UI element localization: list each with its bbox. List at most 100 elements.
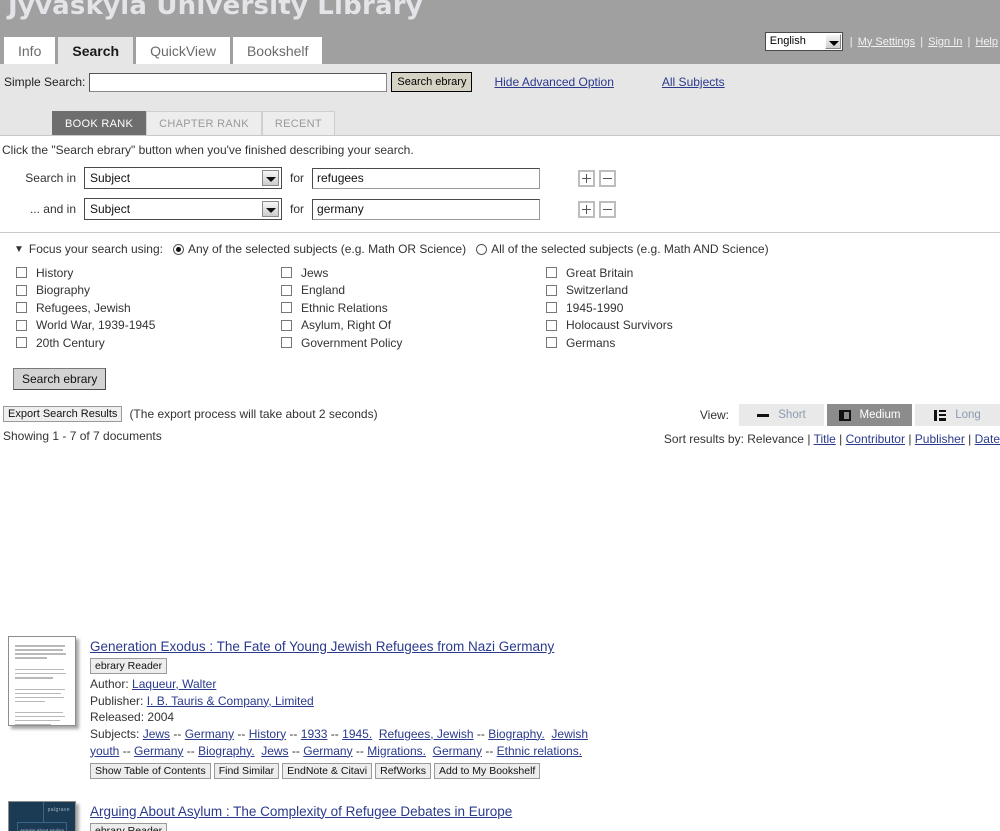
sort-by-contributor[interactable]: Contributor (846, 432, 905, 446)
checkbox-icon[interactable] (16, 337, 27, 349)
export-search-results-button[interactable]: Export Search Results (3, 406, 123, 422)
list-item[interactable]: World War, 1939-1945 (16, 317, 281, 335)
tab-quickview[interactable]: QuickView (136, 37, 230, 64)
subject-link[interactable]: Refugees, Jewish (379, 727, 474, 741)
checkbox-icon[interactable] (281, 284, 292, 296)
subject-separator: -- (288, 743, 304, 758)
sort-by-date[interactable]: Date (975, 432, 1000, 446)
criteria-field-select-2[interactable]: Subject (84, 198, 282, 220)
list-item[interactable]: 1945-1990 (546, 299, 811, 317)
author-link[interactable]: Laqueur, Walter (132, 677, 216, 691)
book-cover-thumbnail[interactable]: palgrave Arguing About Asylum The Comple… (8, 800, 76, 831)
subject-link[interactable]: Biography. (488, 727, 544, 741)
list-item[interactable]: Ethnic Relations (281, 299, 546, 317)
checkbox-icon[interactable] (281, 337, 292, 349)
checkbox-icon[interactable] (16, 302, 27, 314)
checkbox-icon[interactable] (281, 302, 292, 314)
radio-all-subjects[interactable] (476, 243, 488, 255)
link-my-settings[interactable]: My Settings (858, 36, 915, 48)
subject-link[interactable]: History (249, 727, 286, 741)
checkbox-icon[interactable] (546, 337, 557, 349)
language-select[interactable]: English (764, 32, 843, 51)
all-subjects-link[interactable]: All Subjects (662, 75, 725, 89)
rank-tab-chapter-rank[interactable]: CHAPTER RANK (146, 111, 262, 135)
result-title-link[interactable]: Arguing About Asylum : The Complexity of… (90, 803, 512, 820)
subject-link[interactable]: Germany (185, 727, 234, 741)
page-header: Jyvaskyla University Library Info Search… (0, 0, 1000, 64)
checkbox-icon[interactable] (16, 267, 27, 279)
find-similar-button[interactable]: Find Similar (213, 762, 280, 779)
rank-tab-book-rank[interactable]: BOOK RANK (52, 111, 147, 135)
view-medium-button[interactable]: Medium (827, 404, 912, 426)
subject-link[interactable]: Germany (134, 744, 183, 758)
checkbox-icon[interactable] (281, 319, 292, 331)
search-instructions: Click the "Search ebrary" button when yo… (2, 143, 414, 157)
publisher-link[interactable]: I. B. Tauris & Company, Limited (147, 694, 314, 708)
view-long-button[interactable]: Long (915, 404, 1000, 426)
subject-link[interactable]: 1945. (342, 727, 372, 741)
remove-criteria-row-icon[interactable] (599, 169, 617, 187)
link-help[interactable]: Help (975, 36, 998, 48)
show-table-of-contents-button[interactable]: Show Table of Contents (90, 762, 211, 779)
list-item[interactable]: England (281, 282, 546, 300)
rank-tab-recent[interactable]: RECENT (261, 111, 335, 135)
book-cover-thumbnail[interactable] (8, 636, 76, 726)
tab-bookshelf[interactable]: Bookshelf (232, 37, 323, 64)
subject-link[interactable]: Jews (261, 744, 288, 758)
subject-link[interactable]: Germany (433, 744, 482, 758)
subject-label: World War, 1939-1945 (36, 318, 156, 333)
subject-separator: -- (183, 743, 199, 758)
ebrary-reader-badge[interactable]: ebrary Reader (90, 822, 168, 831)
subject-link[interactable]: 1933 (301, 727, 328, 741)
triangle-down-icon[interactable]: ▼ (14, 244, 24, 255)
subject-link[interactable]: Germany (303, 744, 352, 758)
list-item[interactable]: Government Policy (281, 334, 546, 352)
subject-separator: -- (481, 743, 497, 758)
ebrary-reader-badge[interactable]: ebrary Reader (90, 658, 168, 674)
search-ebrary-button-main[interactable]: Search ebrary (13, 368, 107, 390)
list-item[interactable]: Refugees, Jewish (16, 299, 281, 317)
link-sign-in[interactable]: Sign In (928, 36, 962, 48)
list-item[interactable]: Biography (16, 282, 281, 300)
list-item[interactable]: Great Britain (546, 264, 811, 282)
checkbox-icon[interactable] (16, 284, 27, 296)
criteria-field-select-1[interactable]: Subject (84, 167, 282, 189)
sort-by-publisher[interactable]: Publisher (915, 432, 965, 446)
subject-link[interactable]: Jews (143, 727, 170, 741)
list-item[interactable]: Jews (281, 264, 546, 282)
checkbox-icon[interactable] (281, 267, 292, 279)
checkbox-icon[interactable] (546, 319, 557, 331)
subject-link[interactable]: Migrations. (367, 744, 426, 758)
endnote-citavi-button[interactable]: EndNote & Citavi (282, 762, 373, 779)
radio-any-subjects[interactable] (172, 243, 184, 255)
result-title-link[interactable]: Generation Exodus : The Fate of Young Je… (90, 638, 554, 655)
list-item[interactable]: 20th Century (16, 334, 281, 352)
criteria-value-input-1[interactable] (312, 167, 541, 189)
link-separator: | (920, 35, 924, 48)
list-item[interactable]: Switzerland (546, 282, 811, 300)
sort-by-title[interactable]: Title (814, 432, 836, 446)
sort-label: Sort results by: (663, 432, 744, 446)
tab-info[interactable]: Info (4, 37, 56, 64)
view-short-button[interactable]: Short (739, 404, 824, 426)
checkbox-icon[interactable] (546, 284, 557, 296)
hide-advanced-option-link[interactable]: Hide Advanced Option (494, 75, 613, 89)
checkbox-icon[interactable] (546, 302, 557, 314)
simple-search-input[interactable] (89, 72, 388, 92)
list-item[interactable]: History (16, 264, 281, 282)
add-to-my-bookshelf-button[interactable]: Add to My Bookshelf (434, 762, 541, 779)
list-item[interactable]: Germans (546, 334, 811, 352)
add-criteria-row-icon[interactable] (578, 200, 596, 218)
remove-criteria-row-icon[interactable] (599, 200, 617, 218)
refworks-button[interactable]: RefWorks (375, 762, 432, 779)
add-criteria-row-icon[interactable] (578, 169, 596, 187)
subject-link[interactable]: Biography. (198, 744, 254, 758)
subject-link[interactable]: Ethnic relations. (497, 744, 582, 758)
search-ebrary-button-top[interactable]: Search ebrary (391, 72, 473, 92)
list-item[interactable]: Holocaust Survivors (546, 317, 811, 335)
tab-search[interactable]: Search (58, 37, 134, 64)
criteria-value-input-2[interactable] (312, 198, 541, 220)
list-item[interactable]: Asylum, Right Of (281, 317, 546, 335)
checkbox-icon[interactable] (16, 319, 27, 331)
checkbox-icon[interactable] (546, 267, 557, 279)
